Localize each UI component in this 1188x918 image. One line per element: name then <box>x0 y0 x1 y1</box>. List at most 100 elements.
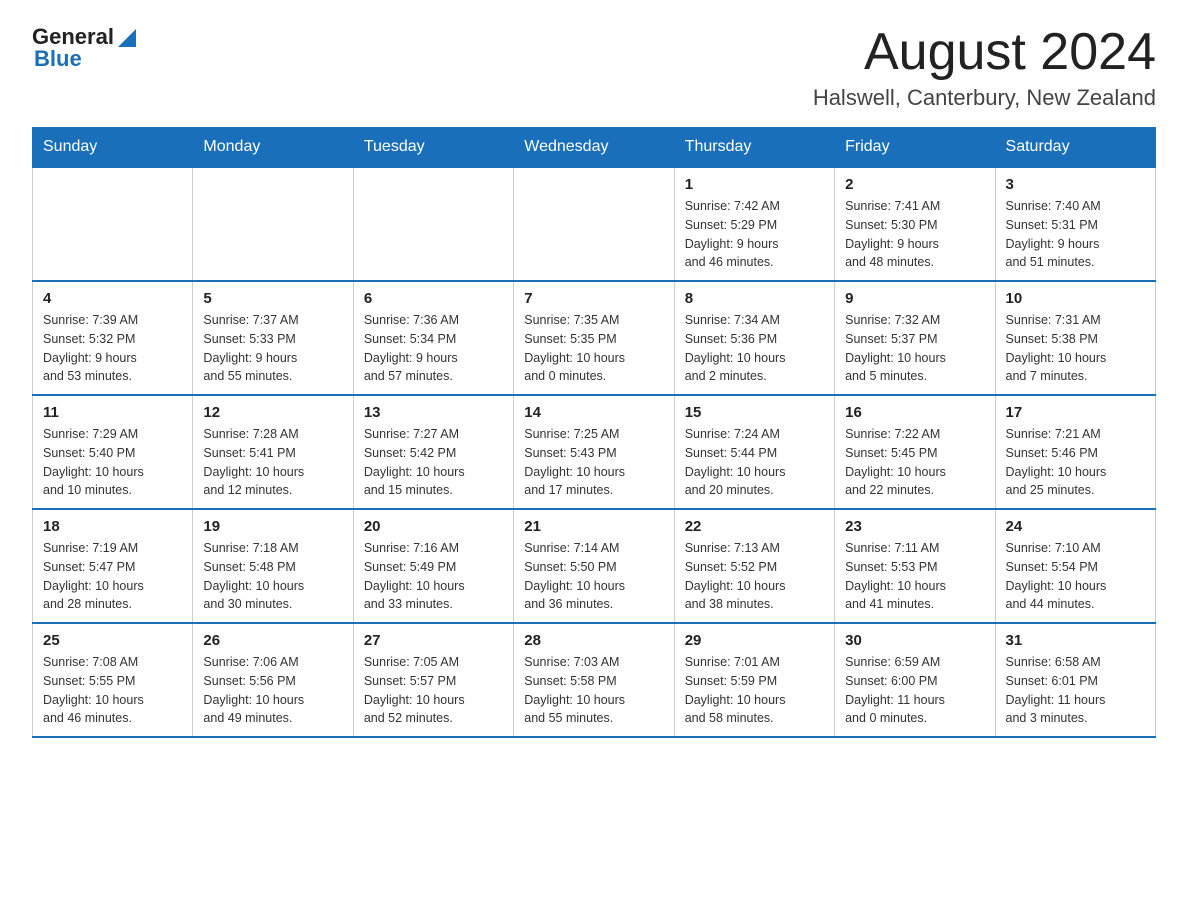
weekday-header-row: SundayMondayTuesdayWednesdayThursdayFrid… <box>33 128 1156 168</box>
day-number: 7 <box>524 290 663 307</box>
day-number: 5 <box>203 290 342 307</box>
day-cell-21: 21 Sunrise: 7:14 AMSunset: 5:50 PMDayligh… <box>514 509 674 623</box>
day-cell-28: 28 Sunrise: 7:03 AMSunset: 5:58 PMDayligh… <box>514 623 674 737</box>
week-row-1: 1 Sunrise: 7:42 AMSunset: 5:29 PMDaylight… <box>33 167 1156 281</box>
day-number: 27 <box>364 632 503 649</box>
day-info: Sunrise: 7:13 AMSunset: 5:52 PMDaylight:… <box>685 539 824 614</box>
day-number: 29 <box>685 632 824 649</box>
day-info: Sunrise: 7:11 AMSunset: 5:53 PMDaylight:… <box>845 539 984 614</box>
day-number: 21 <box>524 518 663 535</box>
day-cell-12: 12 Sunrise: 7:28 AMSunset: 5:41 PMDayligh… <box>193 395 353 509</box>
day-info: Sunrise: 7:35 AMSunset: 5:35 PMDaylight:… <box>524 311 663 386</box>
weekday-header-friday: Friday <box>835 128 995 168</box>
day-info: Sunrise: 7:25 AMSunset: 5:43 PMDaylight:… <box>524 425 663 500</box>
month-title: August 2024 <box>813 24 1156 81</box>
logo-triangle-icon <box>116 27 138 49</box>
day-number: 25 <box>43 632 182 649</box>
day-number: 17 <box>1006 404 1145 421</box>
day-info: Sunrise: 7:14 AMSunset: 5:50 PMDaylight:… <box>524 539 663 614</box>
day-info: Sunrise: 7:29 AMSunset: 5:40 PMDaylight:… <box>43 425 182 500</box>
week-row-5: 25Sunrise: 7:08 AMSunset: 5:55 PMDayligh… <box>33 623 1156 737</box>
day-cell-19: 19 Sunrise: 7:18 AMSunset: 5:48 PMDayligh… <box>193 509 353 623</box>
day-info: Sunrise: 7:40 AMSunset: 5:31 PMDaylight:… <box>1006 197 1145 272</box>
day-number: 23 <box>845 518 984 535</box>
day-info: Sunrise: 7:34 AMSunset: 5:36 PMDaylight:… <box>685 311 824 386</box>
empty-cell <box>33 167 193 281</box>
day-info: Sunrise: 7:24 AMSunset: 5:44 PMDaylight:… <box>685 425 824 500</box>
day-number: 13 <box>364 404 503 421</box>
day-info: Sunrise: 7:03 AMSunset: 5:58 PMDaylight:… <box>524 653 663 728</box>
day-number: 24 <box>1006 518 1145 535</box>
day-number: 31 <box>1006 632 1145 649</box>
day-number: 11 <box>43 404 182 421</box>
day-number: 6 <box>364 290 503 307</box>
week-row-3: 11 Sunrise: 7:29 AMSunset: 5:40 PMDayligh… <box>33 395 1156 509</box>
calendar-table: SundayMondayTuesdayWednesdayThursdayFrid… <box>32 127 1156 738</box>
day-info: Sunrise: 6:59 AMSunset: 6:00 PMDaylight:… <box>845 653 984 728</box>
page-header: General Blue August 2024 Halswell, Cante… <box>32 24 1156 111</box>
day-number: 19 <box>203 518 342 535</box>
day-info: Sunrise: 7:39 AMSunset: 5:32 PMDaylight:… <box>43 311 182 386</box>
day-number: 28 <box>524 632 663 649</box>
day-cell-29: 29Sunrise: 7:01 AMSunset: 5:59 PMDayligh… <box>674 623 834 737</box>
day-info: Sunrise: 6:58 AMSunset: 6:01 PMDaylight:… <box>1006 653 1145 728</box>
day-cell-24: 24 Sunrise: 7:10 AMSunset: 5:54 PMDayligh… <box>995 509 1155 623</box>
logo: General Blue <box>32 24 138 72</box>
day-info: Sunrise: 7:32 AMSunset: 5:37 PMDaylight:… <box>845 311 984 386</box>
day-number: 16 <box>845 404 984 421</box>
day-info: Sunrise: 7:16 AMSunset: 5:49 PMDaylight:… <box>364 539 503 614</box>
day-cell-9: 9 Sunrise: 7:32 AMSunset: 5:37 PMDaylight… <box>835 281 995 395</box>
day-number: 30 <box>845 632 984 649</box>
day-info: Sunrise: 7:42 AMSunset: 5:29 PMDaylight:… <box>685 197 824 272</box>
day-cell-2: 2Sunrise: 7:41 AMSunset: 5:30 PMDaylight… <box>835 167 995 281</box>
day-number: 12 <box>203 404 342 421</box>
empty-cell <box>193 167 353 281</box>
day-cell-1: 1 Sunrise: 7:42 AMSunset: 5:29 PMDaylight… <box>674 167 834 281</box>
day-info: Sunrise: 7:37 AMSunset: 5:33 PMDaylight:… <box>203 311 342 386</box>
day-cell-23: 23 Sunrise: 7:11 AMSunset: 5:53 PMDayligh… <box>835 509 995 623</box>
day-info: Sunrise: 7:06 AMSunset: 5:56 PMDaylight:… <box>203 653 342 728</box>
day-cell-8: 8Sunrise: 7:34 AMSunset: 5:36 PMDaylight… <box>674 281 834 395</box>
empty-cell <box>514 167 674 281</box>
logo-blue-text: Blue <box>32 46 82 72</box>
day-number: 10 <box>1006 290 1145 307</box>
day-info: Sunrise: 7:28 AMSunset: 5:41 PMDaylight:… <box>203 425 342 500</box>
day-number: 20 <box>364 518 503 535</box>
day-info: Sunrise: 7:36 AMSunset: 5:34 PMDaylight:… <box>364 311 503 386</box>
weekday-header-wednesday: Wednesday <box>514 128 674 168</box>
day-cell-15: 15 Sunrise: 7:24 AMSunset: 5:44 PMDayligh… <box>674 395 834 509</box>
day-cell-26: 26Sunrise: 7:06 AMSunset: 5:56 PMDayligh… <box>193 623 353 737</box>
day-cell-17: 17Sunrise: 7:21 AMSunset: 5:46 PMDayligh… <box>995 395 1155 509</box>
day-info: Sunrise: 7:41 AMSunset: 5:30 PMDaylight:… <box>845 197 984 272</box>
day-number: 4 <box>43 290 182 307</box>
day-cell-13: 13 Sunrise: 7:27 AMSunset: 5:42 PMDayligh… <box>353 395 513 509</box>
day-number: 18 <box>43 518 182 535</box>
day-info: Sunrise: 7:22 AMSunset: 5:45 PMDaylight:… <box>845 425 984 500</box>
day-cell-3: 3 Sunrise: 7:40 AMSunset: 5:31 PMDaylight… <box>995 167 1155 281</box>
day-cell-31: 31 Sunrise: 6:58 AMSunset: 6:01 PMDayligh… <box>995 623 1155 737</box>
day-info: Sunrise: 7:27 AMSunset: 5:42 PMDaylight:… <box>364 425 503 500</box>
day-cell-20: 20 Sunrise: 7:16 AMSunset: 5:49 PMDayligh… <box>353 509 513 623</box>
day-info: Sunrise: 7:18 AMSunset: 5:48 PMDaylight:… <box>203 539 342 614</box>
day-cell-25: 25Sunrise: 7:08 AMSunset: 5:55 PMDayligh… <box>33 623 193 737</box>
day-number: 3 <box>1006 176 1145 193</box>
day-info: Sunrise: 7:19 AMSunset: 5:47 PMDaylight:… <box>43 539 182 614</box>
day-info: Sunrise: 7:10 AMSunset: 5:54 PMDaylight:… <box>1006 539 1145 614</box>
day-info: Sunrise: 7:31 AMSunset: 5:38 PMDaylight:… <box>1006 311 1145 386</box>
weekday-header-thursday: Thursday <box>674 128 834 168</box>
day-cell-18: 18 Sunrise: 7:19 AMSunset: 5:47 PMDayligh… <box>33 509 193 623</box>
day-cell-11: 11 Sunrise: 7:29 AMSunset: 5:40 PMDayligh… <box>33 395 193 509</box>
week-row-2: 4 Sunrise: 7:39 AMSunset: 5:32 PMDaylight… <box>33 281 1156 395</box>
day-info: Sunrise: 7:05 AMSunset: 5:57 PMDaylight:… <box>364 653 503 728</box>
day-number: 9 <box>845 290 984 307</box>
weekday-header-tuesday: Tuesday <box>353 128 513 168</box>
week-row-4: 18 Sunrise: 7:19 AMSunset: 5:47 PMDayligh… <box>33 509 1156 623</box>
day-cell-30: 30 Sunrise: 6:59 AMSunset: 6:00 PMDayligh… <box>835 623 995 737</box>
day-cell-6: 6 Sunrise: 7:36 AMSunset: 5:34 PMDaylight… <box>353 281 513 395</box>
day-number: 1 <box>685 176 824 193</box>
day-cell-5: 5 Sunrise: 7:37 AMSunset: 5:33 PMDaylight… <box>193 281 353 395</box>
weekday-header-monday: Monday <box>193 128 353 168</box>
weekday-header-saturday: Saturday <box>995 128 1155 168</box>
weekday-header-sunday: Sunday <box>33 128 193 168</box>
day-number: 15 <box>685 404 824 421</box>
